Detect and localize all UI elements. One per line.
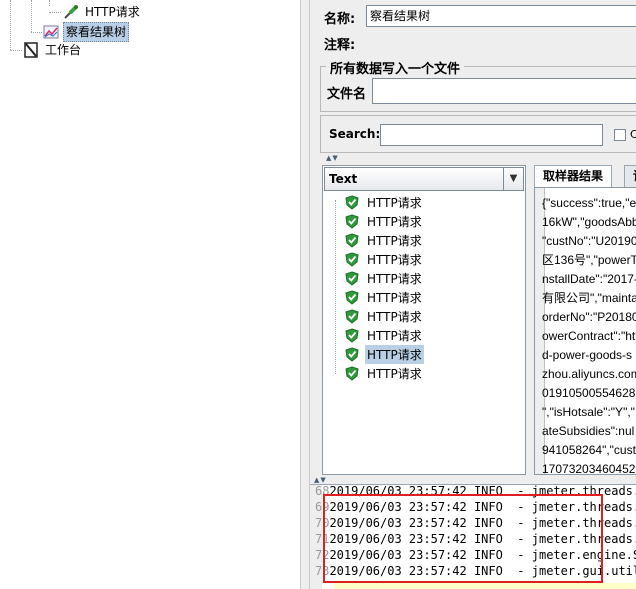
- tree-item-label: 察看结果树: [63, 22, 130, 42]
- tab-sampler-result[interactable]: 取样器结果: [534, 165, 613, 187]
- response-line: nstallDate":"2017-: [542, 272, 636, 286]
- view-results-tree-panel: 名称: 察看结果树 注释: 所有数据写入一个文件 文件名 Search: C ▲…: [310, 0, 636, 589]
- tree-connector: [31, 32, 42, 33]
- result-item-label: HTTP请求: [367, 329, 422, 343]
- response-line: 17073203460452: [542, 462, 636, 475]
- result-item-selected[interactable]: HTTP请求: [345, 345, 424, 364]
- success-shield-icon: [345, 233, 359, 248]
- success-shield-icon: [345, 214, 359, 229]
- tree-connector: [10, 50, 22, 51]
- split-pane-divider[interactable]: [300, 0, 310, 589]
- result-item[interactable]: HTTP请求: [345, 326, 424, 345]
- search-checkbox-label: C: [630, 128, 636, 141]
- tab-request[interactable]: 请: [624, 165, 636, 187]
- result-item[interactable]: HTTP请求: [345, 212, 424, 231]
- result-item-label: HTTP请求: [367, 215, 422, 229]
- result-item-label: HTTP请求: [367, 234, 422, 248]
- response-text-area[interactable]: {"success":true,"e 16kW","goodsAbb "cust…: [534, 187, 636, 475]
- result-item[interactable]: HTTP请求: [345, 307, 424, 326]
- tree-item-view-results-tree[interactable]: 察看结果树: [43, 22, 130, 42]
- split-arrows-icon[interactable]: ▲▼: [326, 155, 339, 162]
- tree-item-label: 工作台: [45, 43, 82, 57]
- tree-connector: [49, 0, 50, 6]
- success-shield-icon: [345, 195, 359, 210]
- result-item-label: HTTP请求: [367, 367, 422, 381]
- result-item[interactable]: HTTP请求: [345, 231, 424, 250]
- response-line: 区136号","powerT: [542, 253, 636, 267]
- response-line: {"success":true,"e: [542, 196, 636, 210]
- tree-item-workbench[interactable]: 工作台: [23, 41, 83, 59]
- success-shield-icon: [345, 309, 359, 324]
- response-line: 有限公司","mainta: [542, 291, 636, 305]
- log-status-strip: [334, 583, 636, 589]
- workbench-icon: [23, 42, 39, 58]
- response-line: 16kW","goodsAbb: [542, 215, 636, 229]
- tree-connector: [10, 0, 11, 50]
- annotation-highlight-box: [323, 494, 603, 583]
- result-item-label: HTTP请求: [367, 291, 422, 305]
- result-item[interactable]: HTTP请求: [345, 364, 424, 383]
- success-shield-icon: [345, 347, 359, 362]
- result-item-label: HTTP请求: [367, 253, 422, 267]
- success-shield-icon: [345, 328, 359, 343]
- success-shield-icon: [345, 290, 359, 305]
- result-item-label: HTTP请求: [367, 272, 422, 286]
- tree-item-label: HTTP请求: [85, 5, 140, 19]
- tree-item-http-request[interactable]: HTTP请求: [63, 3, 142, 21]
- success-shield-icon: [345, 252, 359, 267]
- pipette-icon: [63, 4, 79, 20]
- response-line: ateSubsidies":nul: [542, 424, 635, 438]
- file-output-group-title: 所有数据写入一个文件: [326, 58, 465, 77]
- response-line: ","isHotsale":"Y",": [542, 405, 635, 419]
- result-item-label: HTTP请求: [367, 310, 422, 324]
- split-arrows-icon[interactable]: ▲▼: [314, 477, 327, 484]
- result-item[interactable]: HTTP请求: [345, 250, 424, 269]
- result-item-label: HTTP请求: [367, 196, 422, 210]
- tree-connector: [49, 12, 61, 13]
- name-label: 名称:: [324, 12, 356, 27]
- response-line: owerContract":"htt: [542, 329, 636, 343]
- test-plan-tree: HTTP请求 察看结果树 工作台: [0, 0, 300, 589]
- name-field[interactable]: 察看结果树: [366, 5, 636, 27]
- chevron-down-icon[interactable]: ▼: [503, 168, 523, 190]
- filename-input[interactable]: [372, 78, 636, 104]
- tree-connector: [31, 0, 32, 32]
- response-line: 941058264","cust: [542, 443, 636, 457]
- result-item[interactable]: HTTP请求: [345, 288, 424, 307]
- response-line: d-power-goods-s: [542, 348, 633, 362]
- filename-label: 文件名: [327, 87, 367, 102]
- result-item-label: HTTP请求: [365, 345, 424, 364]
- success-shield-icon: [345, 271, 359, 286]
- search-input[interactable]: [380, 124, 603, 146]
- renderer-select-value: Text: [329, 172, 358, 186]
- response-line: 01910500554628: [542, 386, 636, 400]
- comment-label: 注释:: [324, 38, 356, 53]
- renderer-select[interactable]: Text ▼: [324, 167, 524, 191]
- result-item[interactable]: HTTP请求: [345, 269, 424, 288]
- search-checkbox[interactable]: [614, 129, 626, 141]
- chart-icon: [43, 24, 59, 40]
- response-line: zhou.aliyuncs.com: [542, 367, 636, 381]
- result-item[interactable]: HTTP请求: [345, 193, 424, 212]
- response-line: "custNo":"U20190: [542, 234, 636, 248]
- response-line: orderNo":"P20180: [542, 310, 636, 324]
- tree-connector: [335, 200, 336, 374]
- search-label: Search:: [329, 127, 381, 141]
- sample-result-tree: Text ▼ HTTP请求 HTTP请求 HTTP请求 HTTP请求 HTTP请…: [322, 165, 526, 475]
- result-tabs: 取样器结果 请: [534, 165, 636, 187]
- success-shield-icon: [345, 366, 359, 381]
